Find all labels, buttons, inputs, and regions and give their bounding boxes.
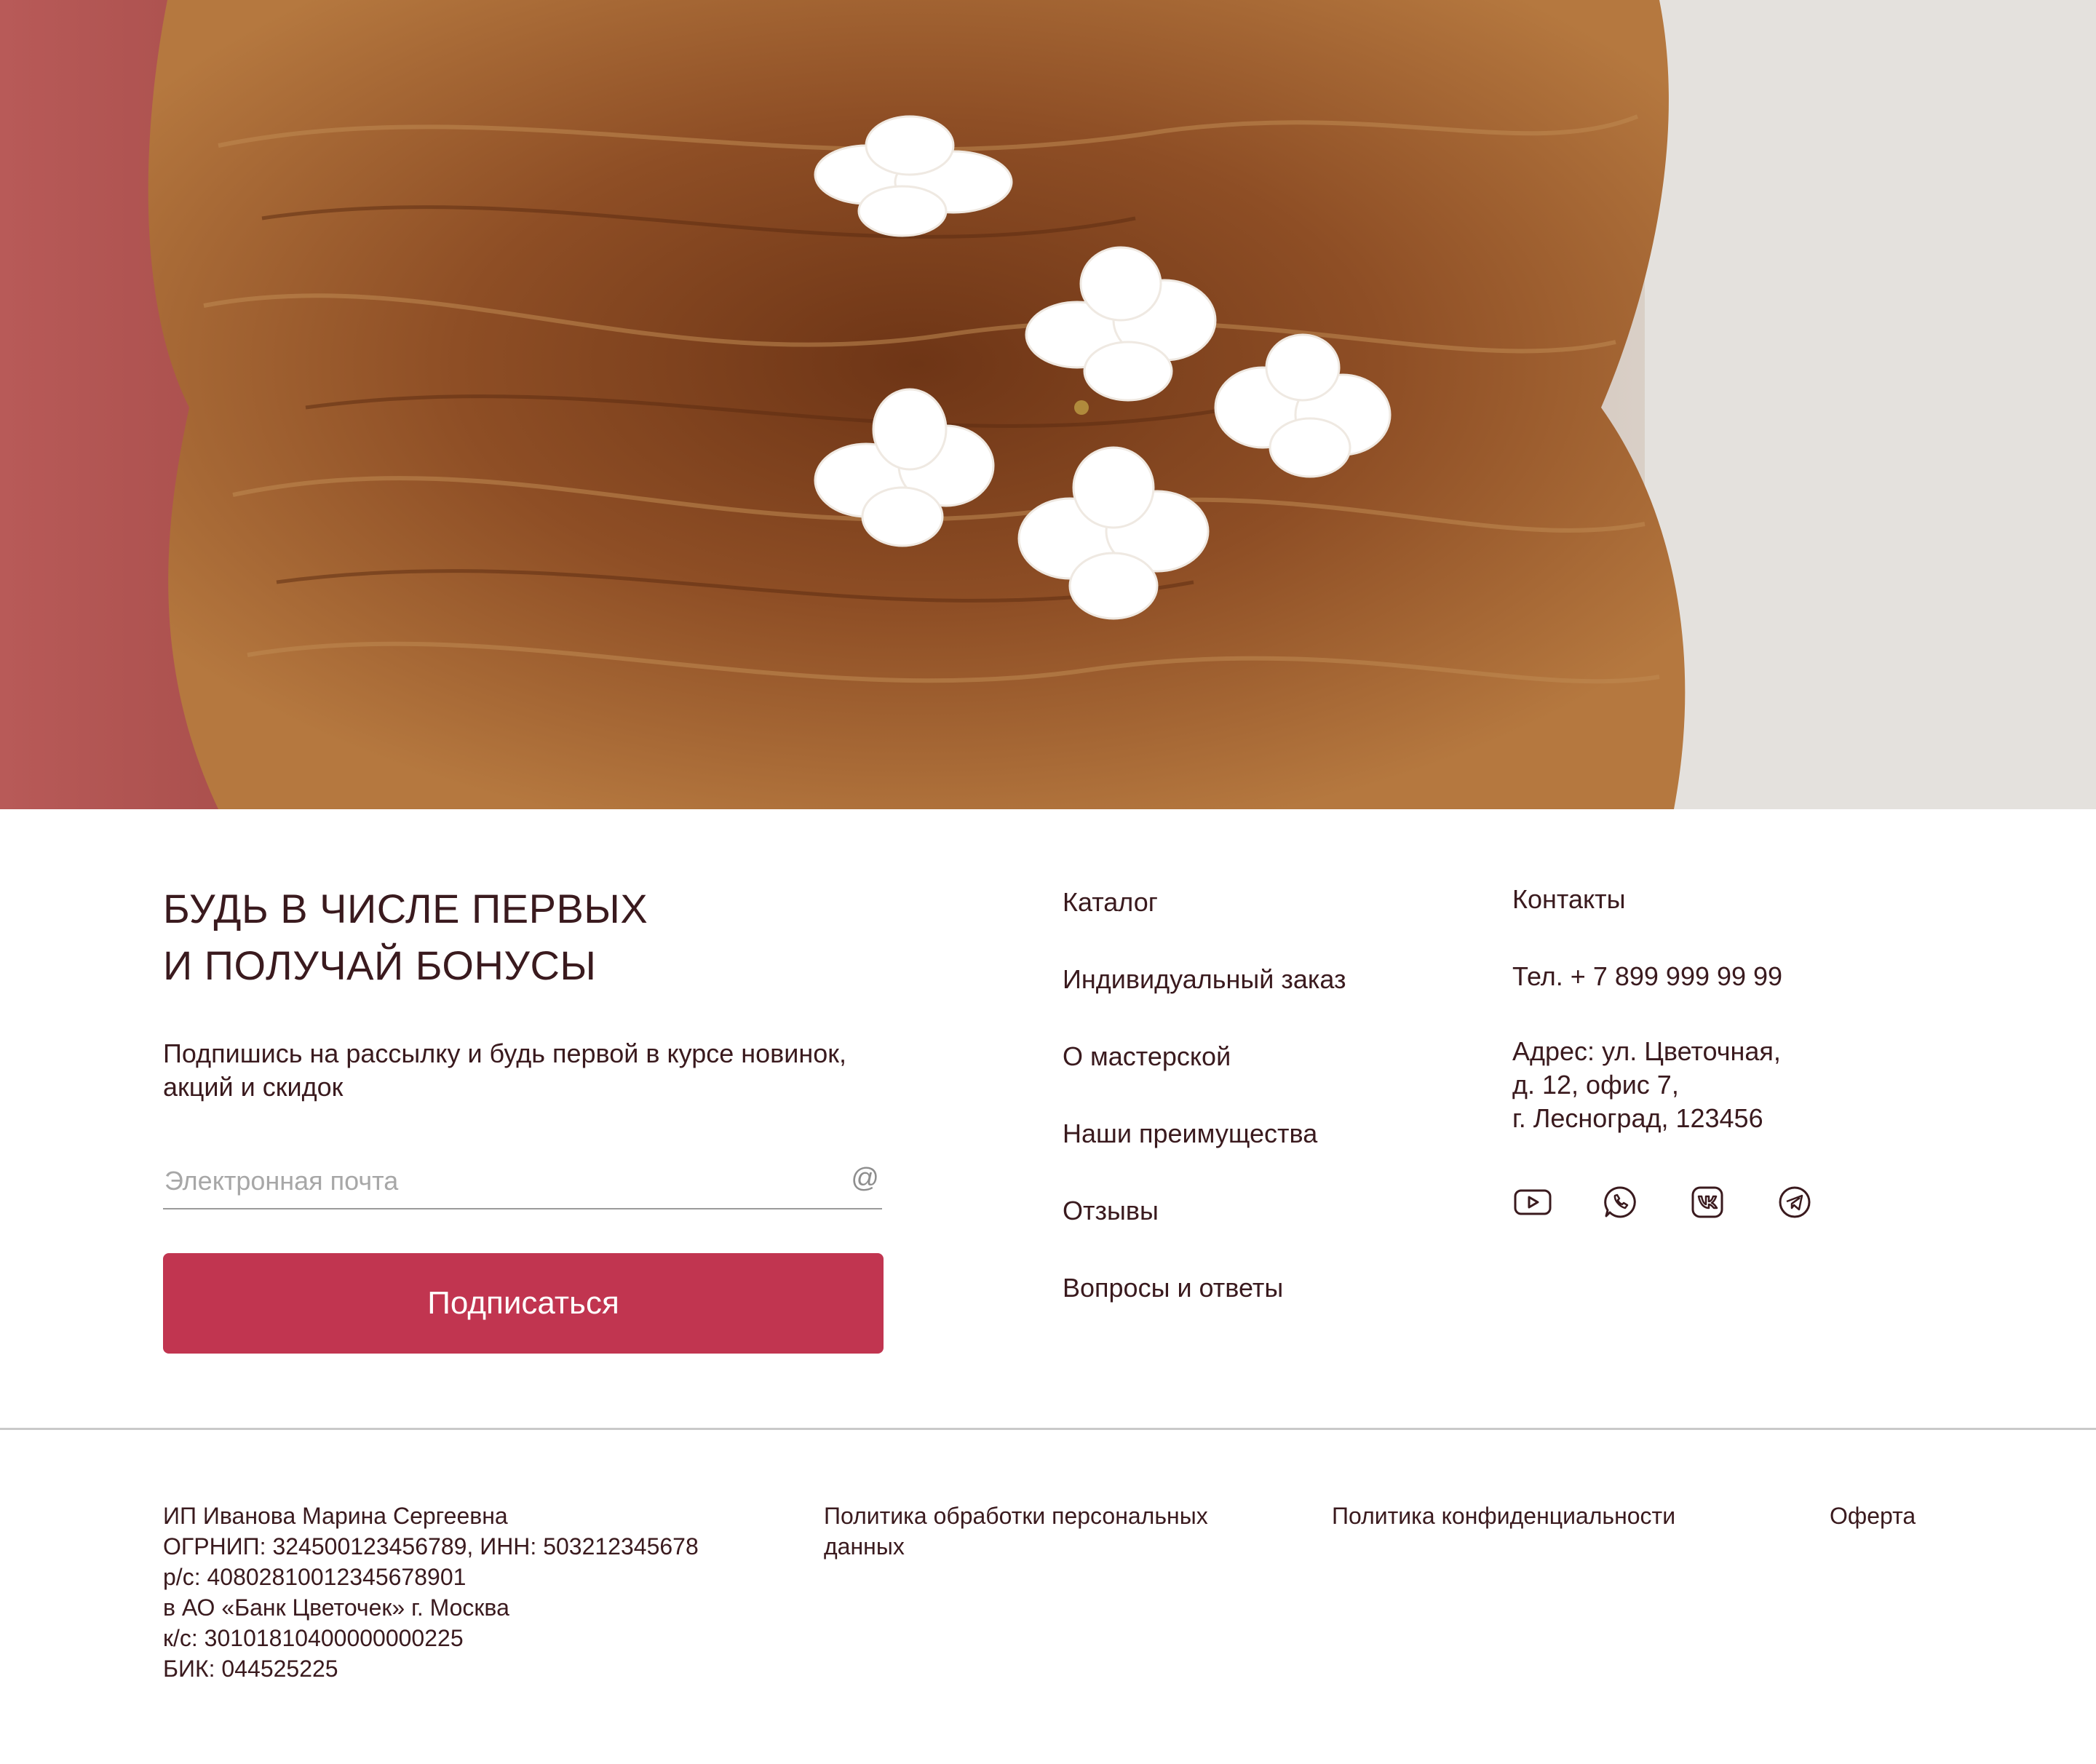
legal-line: ИП Иванова Марина Сергеевна bbox=[163, 1503, 508, 1529]
legal-line: к/с: 30101810400000000225 bbox=[163, 1625, 464, 1651]
youtube-icon[interactable] bbox=[1512, 1182, 1553, 1223]
legal-line: в АО «Банк Цветочек» г. Москва bbox=[163, 1594, 509, 1621]
telegram-icon[interactable] bbox=[1774, 1182, 1815, 1223]
legal-info: ИП Иванова Марина Сергеевна ОГРНИП: 3245… bbox=[163, 1501, 745, 1684]
nav-item-faq[interactable]: Вопросы и ответы bbox=[1063, 1266, 1346, 1343]
nav-item-catalog[interactable]: Каталог bbox=[1063, 881, 1346, 958]
at-sign-icon: @ bbox=[851, 1163, 879, 1193]
offer-link[interactable]: Оферта bbox=[1830, 1501, 1916, 1531]
legal-line: БИК: 044525225 bbox=[163, 1656, 338, 1682]
privacy-policy-link[interactable]: Политика конфиденциальности bbox=[1332, 1501, 1675, 1531]
contacts-title[interactable]: Контакты bbox=[1512, 878, 1920, 921]
subscribe-button[interactable]: Подписаться bbox=[163, 1253, 884, 1354]
legal-line: ОГРНИП: 324500123456789, ИНН: 5032123456… bbox=[163, 1533, 699, 1560]
social-links bbox=[1512, 1182, 1815, 1223]
nav-item-reviews[interactable]: Отзывы bbox=[1063, 1189, 1346, 1266]
footer-divider bbox=[0, 1428, 2096, 1430]
legal-line: р/с: 40802810012345678901 bbox=[163, 1564, 467, 1590]
phone-link[interactable]: Тел. + 7 899 999 99 99 bbox=[1512, 955, 1782, 998]
whatsapp-icon[interactable] bbox=[1600, 1182, 1640, 1223]
nav-item-advantages[interactable]: Наши преимущества bbox=[1063, 1112, 1346, 1189]
email-input[interactable] bbox=[164, 1157, 819, 1205]
contacts-block: Контакты Тел. + 7 899 999 99 99 Адрес: у… bbox=[1512, 878, 1920, 1218]
address: Адрес: ул. Цветочная, д. 12, офис 7, г. … bbox=[1512, 1036, 1781, 1133]
hero-illustration bbox=[0, 0, 2096, 809]
footer-nav: Каталог Индивидуальный заказ О мастерско… bbox=[1063, 881, 1346, 1343]
personal-data-policy-link[interactable]: Политика обработки персональных данных bbox=[824, 1501, 1261, 1562]
hero-image bbox=[0, 0, 2096, 809]
vk-icon[interactable] bbox=[1687, 1182, 1728, 1223]
email-field: @ bbox=[163, 1157, 882, 1209]
newsletter-description: Подпишись на рассылку и будь первой в ку… bbox=[163, 1038, 847, 1102]
nav-item-custom-order[interactable]: Индивидуальный заказ bbox=[1063, 958, 1346, 1035]
newsletter-title: БУДЬ В ЧИСЛЕ ПЕРВЫХ И ПОЛУЧАЙ БОНУСЫ bbox=[163, 886, 648, 988]
nav-item-about[interactable]: О мастерской bbox=[1063, 1035, 1346, 1112]
